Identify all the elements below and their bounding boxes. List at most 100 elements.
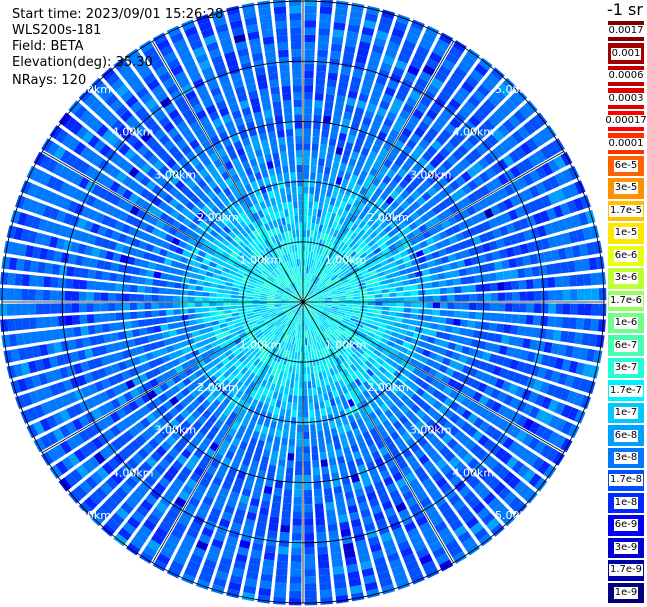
range-bin <box>404 302 412 307</box>
range-bin <box>304 590 317 599</box>
range-bin <box>454 294 462 302</box>
range-bin <box>295 373 299 382</box>
range-bin <box>331 36 344 45</box>
range-bin <box>319 144 327 152</box>
range-bin <box>317 165 324 174</box>
range-bin <box>326 79 337 88</box>
range-bin <box>267 190 275 199</box>
range-bin <box>320 408 327 417</box>
range-bin <box>289 590 302 599</box>
range-bin <box>51 329 61 341</box>
range-bin <box>273 108 283 117</box>
range-bin <box>278 180 285 189</box>
range-bin <box>319 13 332 22</box>
range-bin <box>263 419 271 428</box>
range-bin <box>207 266 216 273</box>
range-bin <box>388 287 397 293</box>
range-bin <box>386 278 395 284</box>
range-bin <box>296 424 303 432</box>
range-bin <box>71 303 80 313</box>
range-bin <box>548 303 556 314</box>
range-bin <box>231 312 240 317</box>
range-bin <box>413 264 422 272</box>
range-bin <box>317 209 322 218</box>
range-bin <box>301 338 303 346</box>
range-bin <box>154 263 164 272</box>
range-bin <box>304 561 316 570</box>
range-bin <box>42 289 51 301</box>
range-bin <box>87 269 96 279</box>
range-bin <box>310 230 314 238</box>
range-bin <box>200 333 209 341</box>
range-bin <box>345 294 354 298</box>
range-bin <box>315 179 322 188</box>
range-bin <box>418 296 426 302</box>
range-bin <box>312 128 321 137</box>
range-bin <box>461 285 469 293</box>
range-bin <box>93 313 102 323</box>
range-bin <box>231 287 240 292</box>
range-bin <box>108 303 116 312</box>
range-bin <box>190 325 199 332</box>
range-bin <box>279 385 285 394</box>
range-bin <box>489 312 498 322</box>
range-bin <box>260 573 273 582</box>
range-bin <box>332 389 339 398</box>
range-bin <box>353 293 361 297</box>
range-bin <box>367 309 375 313</box>
range-bin <box>289 165 296 173</box>
range-bin <box>569 274 577 287</box>
range-bin <box>332 29 345 38</box>
range-bin <box>313 481 322 490</box>
range-bin <box>44 262 53 275</box>
range-bin <box>327 450 336 459</box>
range-bin <box>281 401 287 409</box>
range-bin <box>276 129 285 138</box>
range-bin <box>299 366 303 375</box>
range-bin <box>274 211 281 220</box>
range-bin <box>303 143 311 151</box>
range-bin <box>203 281 211 287</box>
range-bin <box>337 192 344 201</box>
range-bin <box>567 260 576 273</box>
range-bin <box>304 511 314 519</box>
range-bin <box>268 72 279 81</box>
range-bin <box>324 494 334 503</box>
range-bin <box>303 237 306 245</box>
range-bin <box>6 303 15 316</box>
range-bin <box>195 313 203 319</box>
range-bin <box>136 294 145 302</box>
range-bin <box>209 297 217 302</box>
range-bin <box>180 314 189 321</box>
range-bin <box>218 280 227 285</box>
range-bin <box>65 315 73 326</box>
range-bin <box>386 320 395 326</box>
range-bin <box>380 314 389 320</box>
range-bin <box>468 311 477 320</box>
range-bin <box>316 56 328 65</box>
range-bin <box>360 308 368 312</box>
range-bin <box>293 208 298 216</box>
range-bin <box>0 303 8 317</box>
range-bin <box>137 285 145 293</box>
range-bin <box>292 525 302 534</box>
range-bin <box>577 288 585 301</box>
range-bin <box>304 518 314 526</box>
range-bin <box>263 176 271 185</box>
range-bin <box>292 511 302 519</box>
range-bin <box>294 468 302 476</box>
range-bin <box>285 216 291 225</box>
range-bin <box>280 444 288 453</box>
range-bin <box>323 203 329 212</box>
range-bin <box>454 286 462 294</box>
range-bin <box>353 299 361 302</box>
range-bin <box>151 302 159 310</box>
range-bin <box>309 409 315 418</box>
range-bin <box>325 384 332 393</box>
range-bin <box>360 302 368 305</box>
range-bin <box>137 319 146 327</box>
range-bin <box>187 302 195 308</box>
range-bin <box>290 172 296 180</box>
range-bin <box>524 326 533 337</box>
range-bin <box>281 195 287 203</box>
